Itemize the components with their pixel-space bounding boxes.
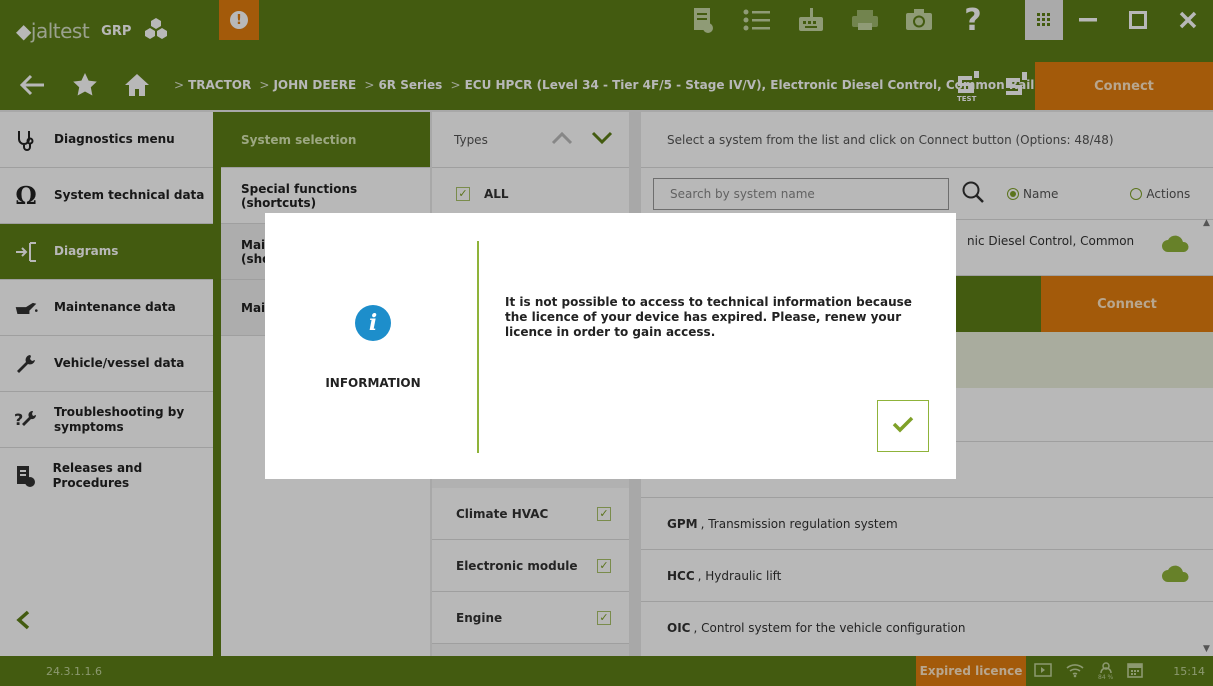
ok-button[interactable] [877,400,929,452]
app-window: ◆jaltest GRP ! ? > TRACTOR > JOHN DEERE … [0,0,1213,686]
info-dialog: i INFORMATION It is not possible to acce… [265,213,956,479]
dialog-divider [477,241,479,453]
dialog-message: It is not possible to access to technica… [505,295,912,339]
info-icon: i [355,305,391,341]
checkmark-icon [892,415,914,437]
dialog-title: INFORMATION [325,376,421,390]
